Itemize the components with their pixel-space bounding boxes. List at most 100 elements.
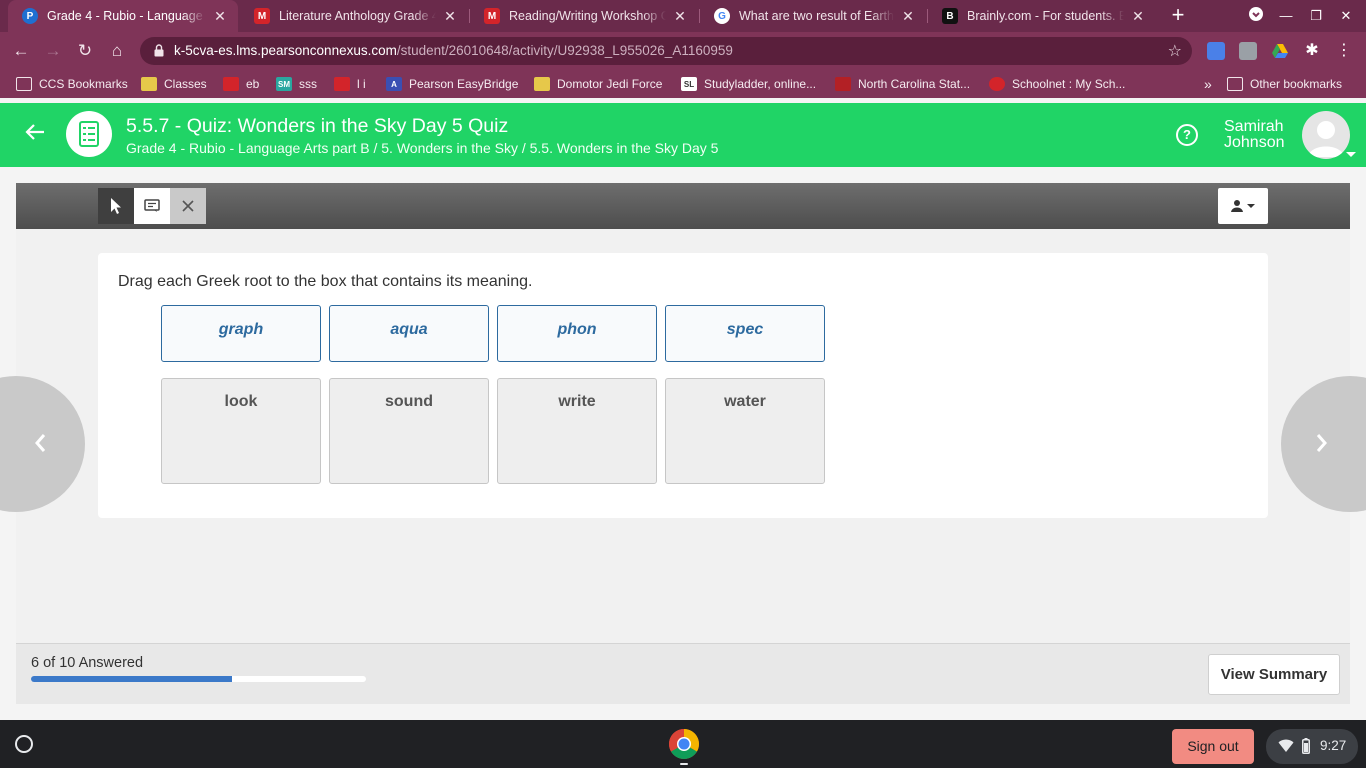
bookmark-sss[interactable]: SM sss (276, 75, 317, 93)
user-menu-caret-icon[interactable] (1346, 152, 1356, 157)
quiz-footer (16, 643, 1350, 704)
help-icon[interactable]: ? (1176, 124, 1198, 146)
accessibility-menu-button[interactable] (1218, 188, 1268, 224)
close-tab-icon[interactable]: ✕ (212, 8, 228, 24)
browser-toolbar: ← → ↻ ⌂ k-5cva-es.lms.pearsonconnexus.co… (0, 32, 1366, 70)
puzzle-extensions-icon[interactable]: ✱ (1303, 42, 1321, 60)
forward-icon: → (44, 41, 62, 60)
restore-icon[interactable]: ❐ (1306, 6, 1326, 26)
bookmark-domotor[interactable]: Domotor Jedi Force (534, 75, 662, 93)
mcgraw-hill-icon: M (484, 8, 500, 24)
drop-box-write[interactable]: write (497, 378, 657, 484)
close-tab-icon[interactable]: ✕ (672, 8, 688, 24)
quiz-toolbar (16, 183, 1350, 229)
bookmark-star-icon[interactable]: ☆ (1168, 41, 1182, 61)
bookmark-ccs[interactable]: CCS Bookmarks (16, 75, 128, 93)
pearson-a-icon: A (386, 77, 402, 91)
eliminate-tool-button[interactable] (170, 188, 206, 224)
mcgraw-hill-icon: M (254, 8, 270, 24)
drop-box-sound[interactable]: sound (329, 378, 489, 484)
breadcrumb: Grade 4 - Rubio - Language Arts part B /… (126, 140, 719, 156)
close-tab-icon[interactable]: ✕ (442, 8, 458, 24)
bookmarks-bar: CCS Bookmarks Classes eb SM sss l i A Pear… (0, 70, 1366, 98)
running-indicator (680, 763, 688, 765)
sm-icon: SM (276, 77, 292, 91)
bookmark-li[interactable]: l i (334, 75, 366, 93)
home-icon[interactable]: ⌂ (106, 40, 128, 62)
bookmark-classes[interactable]: Classes (141, 75, 207, 93)
answered-count: 6 of 10 Answered (31, 655, 144, 671)
close-icon (182, 200, 194, 212)
draggable-root-aqua[interactable]: aqua (329, 305, 489, 362)
brainly-icon: B (942, 8, 958, 24)
folder-icon (16, 77, 32, 91)
url-text: k-5cva-es.lms.pearsonconnexus.com/studen… (174, 43, 733, 58)
close-window-icon[interactable]: ✕ (1336, 6, 1356, 26)
launcher-icon[interactable] (15, 735, 33, 753)
browser-tab-1[interactable]: P Grade 4 - Rubio - Language Arts part B… (8, 0, 238, 32)
draggable-root-phon[interactable]: phon (497, 305, 657, 362)
nc-state-icon (835, 77, 851, 91)
bookmark-eb[interactable]: eb (223, 75, 259, 93)
draggable-root-spec[interactable]: spec (665, 305, 825, 362)
user-last-name: Johnson (1224, 134, 1285, 151)
google-icon: G (714, 8, 730, 24)
chevron-right-icon (1315, 432, 1335, 456)
chrome-app-icon[interactable] (668, 728, 700, 760)
pearson-icon: P (22, 8, 38, 24)
sign-out-button[interactable]: Sign out (1172, 729, 1254, 764)
address-bar[interactable]: k-5cva-es.lms.pearsonconnexus.com/studen… (140, 37, 1192, 65)
new-tab-icon[interactable]: + (1168, 4, 1188, 26)
browser-tab-strip: P Grade 4 - Rubio - Language Arts part B… (0, 0, 1366, 32)
google-drive-icon[interactable] (1271, 42, 1289, 60)
wifi-icon (1278, 739, 1294, 752)
note-icon (144, 199, 160, 212)
progress-bar (31, 676, 366, 682)
studyladder-icon: SL (681, 77, 697, 91)
cursor-icon (111, 198, 121, 214)
lock-icon (154, 44, 164, 57)
browser-tab-3[interactable]: M Reading/Writing Workshop Grade 4 ✕ (470, 0, 698, 32)
view-summary-button[interactable]: View Summary (1208, 654, 1340, 695)
bookmark-studyladder[interactable]: SL Studyladder, online... (681, 75, 816, 93)
bookmarks-overflow-icon[interactable]: » (1204, 75, 1212, 93)
quiz-checklist-icon (66, 111, 112, 157)
browser-tab-5[interactable]: B Brainly.com - For students. By ✕ (928, 0, 1156, 32)
progress-bar-fill (31, 676, 232, 682)
tab-search-icon[interactable] (1246, 6, 1266, 26)
extension-icon[interactable] (1239, 42, 1257, 60)
bookmark-nc-state[interactable]: North Carolina Stat... (835, 75, 970, 93)
folder-icon (1227, 77, 1243, 91)
page-title: 5.5.7 - Quiz: Wonders in the Sky Day 5 Q… (126, 115, 509, 137)
classes-icon (534, 77, 550, 91)
notepad-tool-button[interactable] (134, 188, 170, 224)
browser-tab-4[interactable]: G What are two result of Earth tr ✕ (700, 0, 926, 32)
pointer-tool-button[interactable] (98, 188, 134, 224)
clock: 9:27 (1320, 738, 1347, 753)
drop-box-look[interactable]: look (161, 378, 321, 484)
status-tray[interactable]: 9:27 (1266, 729, 1358, 764)
close-tab-icon[interactable]: ✕ (900, 8, 916, 24)
close-tab-icon[interactable]: ✕ (1130, 8, 1146, 24)
browser-tab-2[interactable]: M Literature Anthology Grade 4 ✕ (240, 0, 468, 32)
mcgraw-hill-icon (223, 77, 239, 91)
course-header: 5.5.7 - Quiz: Wonders in the Sky Day 5 Q… (0, 103, 1366, 167)
draggable-root-graph[interactable]: graph (161, 305, 321, 362)
person-icon (1231, 200, 1255, 212)
minimize-icon[interactable]: — (1276, 6, 1296, 26)
bookmark-schoolnet[interactable]: Schoolnet : My Sch... (989, 75, 1125, 93)
schoolnet-icon (989, 77, 1005, 91)
question-prompt: Drag each Greek root to the box that con… (118, 273, 533, 290)
back-icon[interactable]: ← (10, 40, 32, 62)
classes-icon (141, 77, 157, 91)
avatar[interactable] (1302, 111, 1350, 159)
translate-extension-icon[interactable] (1207, 42, 1225, 60)
drop-box-water[interactable]: water (665, 378, 825, 484)
back-arrow-icon[interactable] (24, 121, 50, 147)
other-bookmarks[interactable]: Other bookmarks (1227, 75, 1342, 93)
reload-icon[interactable]: ↻ (74, 40, 96, 62)
mcgraw-hill-icon (334, 77, 350, 91)
bookmark-pearson-easybridge[interactable]: A Pearson EasyBridge (386, 75, 518, 93)
browser-menu-icon[interactable]: ⋮ (1335, 42, 1353, 60)
battery-icon (1302, 738, 1310, 754)
